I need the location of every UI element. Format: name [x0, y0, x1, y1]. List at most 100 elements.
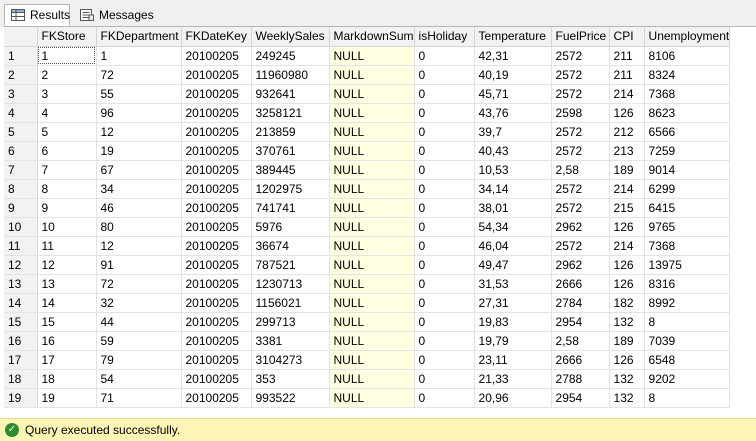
grid-cell[interactable]: NULL: [329, 388, 415, 408]
row-number-header[interactable]: [4, 27, 38, 47]
grid-cell[interactable]: NULL: [329, 369, 415, 389]
grid-cell[interactable]: 17: [37, 350, 97, 370]
grid-cell[interactable]: 0: [414, 293, 475, 313]
grid-cell[interactable]: 9: [37, 198, 97, 218]
grid-cell[interactable]: 126: [609, 274, 645, 294]
grid-cell[interactable]: NULL: [329, 236, 415, 256]
grid-cell[interactable]: 6415: [644, 198, 731, 218]
grid-cell[interactable]: 2666: [551, 350, 610, 370]
grid-cell[interactable]: 0: [414, 350, 475, 370]
grid-cell[interactable]: 55: [96, 84, 182, 104]
grid-cell[interactable]: 1202975: [251, 179, 330, 199]
grid-cell[interactable]: NULL: [329, 293, 415, 313]
grid-cell[interactable]: 67: [96, 160, 182, 180]
grid-cell[interactable]: 46: [96, 198, 182, 218]
grid-cell[interactable]: 72: [96, 65, 182, 85]
grid-cell[interactable]: 20100205: [181, 46, 252, 66]
grid-cell[interactable]: 20100205: [181, 312, 252, 332]
grid-cell[interactable]: 182: [609, 293, 645, 313]
grid-cell[interactable]: 1: [96, 46, 182, 66]
table-row[interactable]: 1 1 1 20100205 249245 NULL 0 42,31 2572 211 8106: [4, 46, 731, 66]
grid-cell[interactable]: 126: [609, 255, 645, 275]
grid-cell[interactable]: 2666: [551, 274, 610, 294]
row-number-cell[interactable]: 1: [4, 46, 38, 66]
grid-cell[interactable]: 13: [37, 274, 97, 294]
table-row[interactable]: 10 10 80 20100205 5976 NULL 0 54,34 2962 126 9765: [4, 217, 731, 237]
grid-cell[interactable]: 9014: [644, 160, 731, 180]
grid-cell[interactable]: 8324: [644, 65, 731, 85]
grid-cell[interactable]: 80: [96, 217, 182, 237]
grid-cell[interactable]: 6: [37, 141, 97, 161]
grid-cell[interactable]: 0: [414, 388, 475, 408]
grid-cell[interactable]: 20100205: [181, 141, 252, 161]
table-row[interactable]: 13 13 72 20100205 1230713 NULL 0 31,53 2666 126 83…: [4, 274, 731, 294]
row-number-cell[interactable]: 3: [4, 84, 38, 104]
grid-cell[interactable]: 20100205: [181, 369, 252, 389]
grid-cell[interactable]: 27,31: [474, 293, 552, 313]
grid-cell[interactable]: 11960980: [251, 65, 330, 85]
grid-cell[interactable]: 3: [37, 84, 97, 104]
grid-cell[interactable]: 20100205: [181, 255, 252, 275]
grid-cell[interactable]: 39,7: [474, 122, 552, 142]
grid-cell[interactable]: 8: [644, 388, 731, 408]
grid-cell[interactable]: 0: [414, 274, 475, 294]
grid-cell[interactable]: 132: [609, 312, 645, 332]
grid-cell[interactable]: 79: [96, 350, 182, 370]
grid-cell[interactable]: NULL: [329, 141, 415, 161]
table-row[interactable]: 12 12 91 20100205 787521 NULL 0 49,47 2962 126 139…: [4, 255, 731, 275]
grid-cell[interactable]: 126: [609, 103, 645, 123]
grid-cell[interactable]: 20100205: [181, 293, 252, 313]
grid-cell[interactable]: NULL: [329, 160, 415, 180]
grid-cell[interactable]: 40,19: [474, 65, 552, 85]
grid-cell[interactable]: 8992: [644, 293, 731, 313]
grid-cell[interactable]: 214: [609, 236, 645, 256]
grid-cell[interactable]: 370761: [251, 141, 330, 161]
grid-cell[interactable]: 20100205: [181, 388, 252, 408]
grid-cell[interactable]: 2788: [551, 369, 610, 389]
grid-cell[interactable]: 31,53: [474, 274, 552, 294]
column-header[interactable]: FKDepartment: [96, 27, 182, 47]
grid-cell[interactable]: 126: [609, 350, 645, 370]
grid-cell[interactable]: 19,79: [474, 331, 552, 351]
column-header[interactable]: MarkdownSum: [329, 27, 415, 47]
grid-cell[interactable]: 211: [609, 65, 645, 85]
row-number-cell[interactable]: 12: [4, 255, 38, 275]
column-header[interactable]: Temperature: [474, 27, 552, 47]
grid-cell[interactable]: 0: [414, 84, 475, 104]
grid-cell[interactable]: 20100205: [181, 65, 252, 85]
grid-cell[interactable]: 993522: [251, 388, 330, 408]
grid-cell[interactable]: 189: [609, 160, 645, 180]
grid-cell[interactable]: 20100205: [181, 103, 252, 123]
grid-cell[interactable]: 0: [414, 369, 475, 389]
grid-cell[interactable]: 0: [414, 122, 475, 142]
grid-cell[interactable]: 0: [414, 255, 475, 275]
grid-cell[interactable]: 212: [609, 122, 645, 142]
grid-cell[interactable]: 2572: [551, 198, 610, 218]
row-number-cell[interactable]: 6: [4, 141, 38, 161]
grid-cell[interactable]: 54: [96, 369, 182, 389]
grid-cell[interactable]: 20100205: [181, 84, 252, 104]
row-number-cell[interactable]: 15: [4, 312, 38, 332]
grid-cell[interactable]: 8: [644, 312, 731, 332]
grid-cell[interactable]: NULL: [329, 46, 415, 66]
row-number-cell[interactable]: 11: [4, 236, 38, 256]
grid-cell[interactable]: 0: [414, 198, 475, 218]
grid-cell[interactable]: 20100205: [181, 274, 252, 294]
grid-cell[interactable]: 2572: [551, 46, 610, 66]
grid-cell[interactable]: 299713: [251, 312, 330, 332]
grid-cell[interactable]: 932641: [251, 84, 330, 104]
grid-cell[interactable]: NULL: [329, 103, 415, 123]
row-number-cell[interactable]: 18: [4, 369, 38, 389]
column-header[interactable]: WeeklySales: [251, 27, 330, 47]
grid-cell[interactable]: 12: [96, 236, 182, 256]
grid-cell[interactable]: 9765: [644, 217, 731, 237]
grid-cell[interactable]: 214: [609, 179, 645, 199]
grid-cell[interactable]: 3104273: [251, 350, 330, 370]
grid-cell[interactable]: 787521: [251, 255, 330, 275]
grid-cell[interactable]: 14: [37, 293, 97, 313]
grid-cell[interactable]: 5: [37, 122, 97, 142]
grid-cell[interactable]: 8316: [644, 274, 731, 294]
grid-cell[interactable]: 3381: [251, 331, 330, 351]
grid-cell[interactable]: NULL: [329, 274, 415, 294]
grid-cell[interactable]: 2962: [551, 217, 610, 237]
